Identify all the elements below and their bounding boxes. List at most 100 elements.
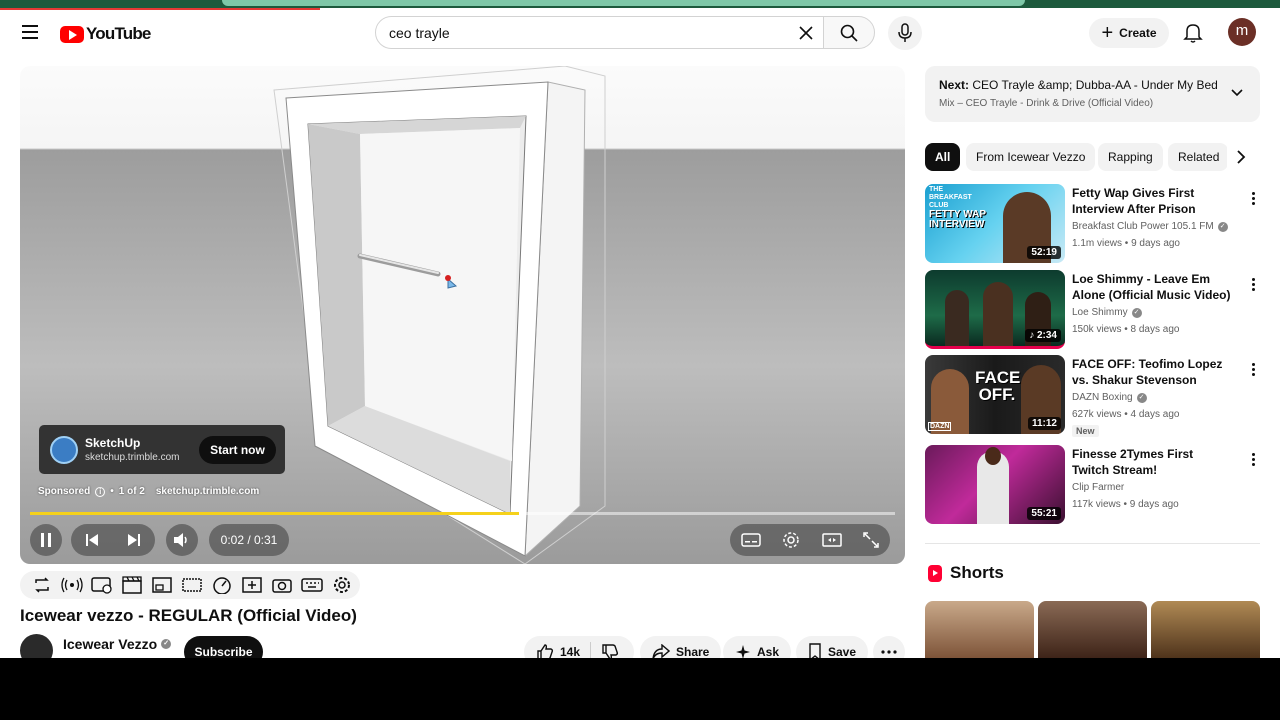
video-meta: 150k views • 8 days ago <box>1072 324 1180 335</box>
up-next-banner[interactable]: Next: CEO Trayle &amp; Dubba-AA - Under … <box>925 66 1260 122</box>
clear-search-button[interactable] <box>794 21 818 45</box>
thumbs-down-icon[interactable] <box>601 643 619 658</box>
right-controls <box>730 524 890 556</box>
theater-mode-icon[interactable] <box>822 532 842 548</box>
recommendation-item[interactable]: THE BREAKFAST CLUB FETTY WAP INTERVIEW 5… <box>925 184 1265 264</box>
create-button[interactable]: + Create <box>1089 18 1169 48</box>
chips-next-button[interactable] <box>1227 147 1255 167</box>
keyboard-icon[interactable] <box>300 575 324 595</box>
progress-bar[interactable] <box>30 512 895 515</box>
video-settings-icon[interactable] <box>90 575 114 595</box>
up-next-title-line: Next: CEO Trayle &amp; Dubba-AA - Under … <box>939 78 1219 92</box>
guide-menu-button[interactable] <box>14 16 46 48</box>
next-icon[interactable] <box>126 532 142 548</box>
volume-button[interactable] <box>166 524 198 556</box>
top-browser-strip <box>0 0 1280 10</box>
screenshot-camera-icon[interactable] <box>270 575 294 595</box>
info-icon[interactable]: i <box>95 486 106 497</box>
notifications-button[interactable] <box>1180 18 1206 48</box>
more-actions-button[interactable] <box>873 636 905 658</box>
video-duration: 11:12 <box>1027 417 1061 430</box>
recommendation-item[interactable]: 55:21 Finesse 2Tymes First Twitch Stream… <box>925 445 1265 525</box>
picture-in-picture-icon[interactable] <box>150 575 174 595</box>
sketchup-logo-icon <box>50 436 78 464</box>
more-options-button[interactable] <box>1245 274 1261 294</box>
video-duration: 52:19 <box>1027 246 1061 259</box>
ad-overlay-card[interactable]: SketchUp sketchup.trimble.com Start now <box>39 425 285 474</box>
video-title: Icewear vezzo - REGULAR (Official Video) <box>20 606 357 625</box>
microphone-icon <box>898 23 912 42</box>
channel-name[interactable]: DAZN Boxing ✓ <box>1072 392 1147 403</box>
search-input[interactable] <box>389 24 769 41</box>
verified-check-icon: ✓ <box>1217 221 1228 232</box>
video-duration: ♪ 2:34 <box>1025 329 1061 342</box>
more-options-button[interactable] <box>1245 188 1261 208</box>
speedometer-icon[interactable] <box>210 575 234 595</box>
video-title[interactable]: Loe Shimmy - Leave Em Alone (Official Mu… <box>1072 271 1232 303</box>
more-options-button[interactable] <box>1245 449 1261 469</box>
channel-name[interactable]: Breakfast Club Power 105.1 FM ✓ <box>1072 221 1228 232</box>
recommendation-item[interactable]: FACE OFF. DAZN 11:12 FACE OFF: Teofimo L… <box>925 355 1265 437</box>
like-count: 14k <box>560 645 581 658</box>
video-title[interactable]: Finesse 2Tymes First Twitch Stream! <box>1072 446 1232 478</box>
chip-related[interactable]: Related <box>1168 143 1228 171</box>
recommendation-item[interactable]: ♪ 2:34 Loe Shimmy - Leave Em Alone (Offi… <box>925 270 1265 350</box>
search-box[interactable] <box>375 16 825 49</box>
short-thumbnail[interactable] <box>1038 601 1147 658</box>
sponsored-info: Sponsored i • 1 of 2 sketchup.trimble.co… <box>38 486 259 497</box>
ad-count: 1 of 2 <box>118 486 145 497</box>
chip-rapping[interactable]: Rapping <box>1098 143 1163 171</box>
channel-avatar[interactable] <box>20 634 53 658</box>
voice-search-button[interactable] <box>888 16 922 50</box>
video-meta: 117k views • 9 days ago <box>1072 499 1179 510</box>
up-next-title: CEO Trayle &amp; Dubba-AA - Under My Bed… <box>972 78 1219 92</box>
ask-button[interactable]: Ask <box>723 636 792 658</box>
gear-icon[interactable] <box>330 575 354 595</box>
mini-player-icon[interactable] <box>180 575 204 595</box>
account-avatar[interactable]: m <box>1228 18 1256 46</box>
save-button[interactable]: Save <box>796 636 869 658</box>
thumbs-up-icon[interactable] <box>536 643 554 658</box>
video-meta: 1.1m views • 9 days ago <box>1072 238 1180 249</box>
youtube-play-icon <box>60 25 84 43</box>
settings-gear-icon[interactable] <box>782 531 800 549</box>
fullscreen-icon[interactable] <box>863 532 879 548</box>
time-display: 0:02 / 0:31 <box>209 524 289 556</box>
logo-text: YouTube <box>86 24 151 43</box>
video-thumbnail[interactable]: ♪ 2:34 <box>925 270 1065 349</box>
youtube-logo[interactable]: YouTube <box>60 24 151 44</box>
video-thumbnail[interactable]: 55:21 <box>925 445 1065 524</box>
clapperboard-icon[interactable] <box>120 575 144 595</box>
channel-name[interactable]: Loe Shimmy ✓ <box>1072 307 1142 318</box>
short-thumbnail[interactable] <box>1151 601 1260 658</box>
chip-from-icewear-vezzo[interactable]: From Icewear Vezzo <box>966 143 1096 171</box>
subscribe-button[interactable]: Subscribe <box>184 636 263 658</box>
chevron-right-icon <box>1237 150 1246 164</box>
pause-button[interactable] <box>30 524 62 556</box>
loop-icon[interactable] <box>30 575 54 595</box>
video-title[interactable]: FACE OFF: Teofimo Lopez vs. Shakur Steve… <box>1072 356 1232 388</box>
add-to-playlist-icon[interactable] <box>240 575 264 595</box>
previous-icon[interactable] <box>84 532 100 548</box>
ad-start-now-button[interactable]: Start now <box>199 436 276 464</box>
channel-name[interactable]: Icewear Vezzo ✓ <box>63 636 172 652</box>
video-thumbnail[interactable]: FACE OFF. DAZN 11:12 <box>925 355 1065 434</box>
chevron-down-icon[interactable] <box>1230 86 1244 100</box>
sponsored-url-link[interactable]: sketchup.trimble.com <box>156 486 259 497</box>
hamburger-icon <box>22 25 38 27</box>
plus-icon: + <box>1101 22 1114 44</box>
chip-all[interactable]: All <box>925 143 961 171</box>
channel-name[interactable]: Clip Farmer <box>1072 482 1124 493</box>
share-label: Share <box>676 645 710 658</box>
subtitles-icon[interactable] <box>741 532 761 548</box>
up-next-prefix: Next: <box>939 78 970 92</box>
more-options-button[interactable] <box>1245 359 1261 379</box>
shorts-logo-icon <box>928 564 942 582</box>
share-button[interactable]: Share <box>640 636 722 658</box>
short-thumbnail[interactable] <box>925 601 1034 658</box>
video-title[interactable]: Fetty Wap Gives First Interview After Pr… <box>1072 185 1232 219</box>
video-player[interactable]: SketchUp sketchup.trimble.com Start now … <box>20 66 905 564</box>
video-thumbnail[interactable]: THE BREAKFAST CLUB FETTY WAP INTERVIEW 5… <box>925 184 1065 263</box>
search-button[interactable] <box>823 16 875 49</box>
broadcast-icon[interactable] <box>60 575 84 595</box>
